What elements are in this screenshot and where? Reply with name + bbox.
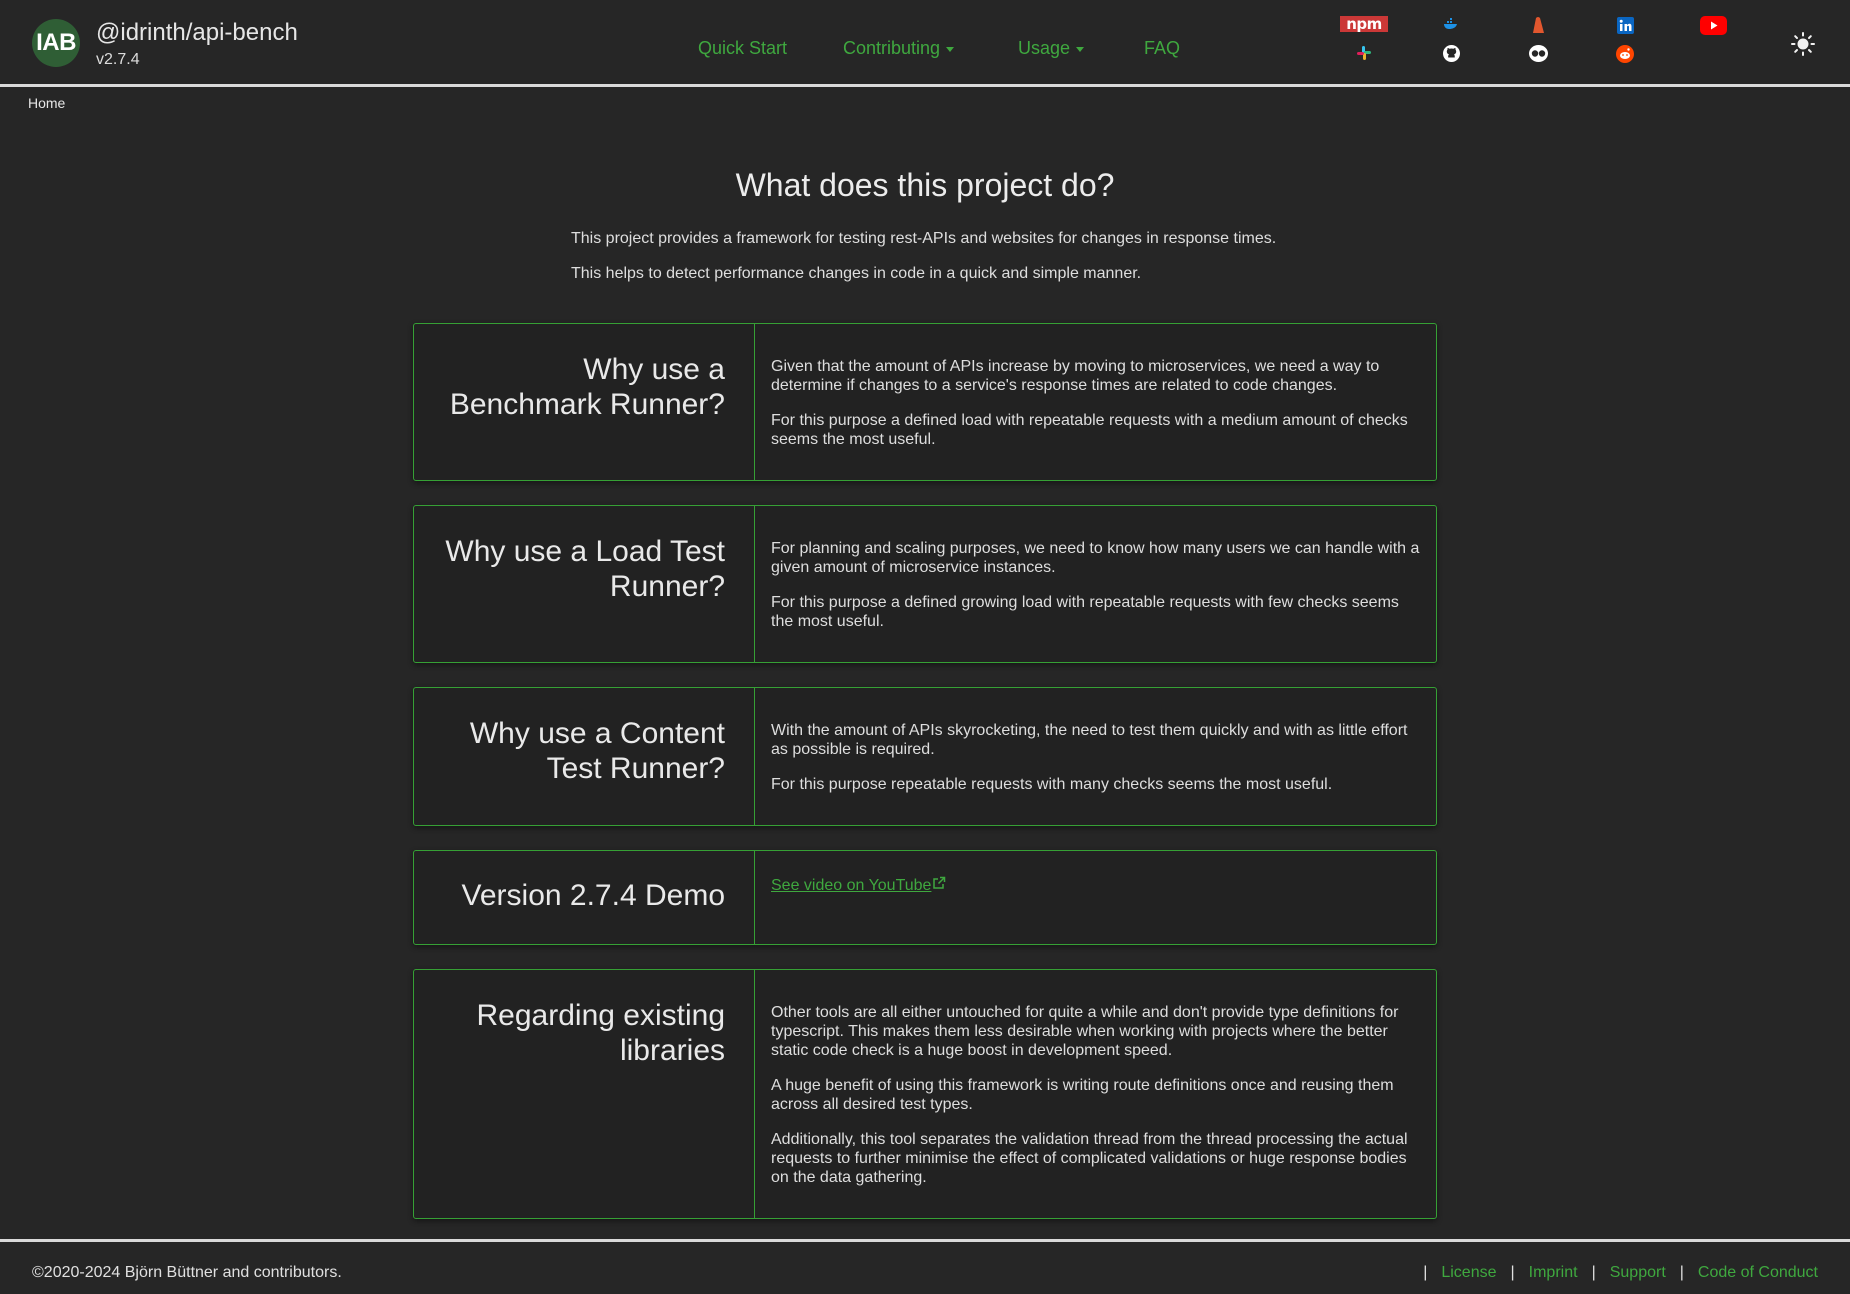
slack-icon[interactable] (1356, 45, 1372, 61)
theme-toggle-sun-icon[interactable] (1791, 32, 1815, 56)
card-body: Given that the amount of APIs increase b… (755, 324, 1436, 480)
site-logo[interactable]: IAB (32, 19, 80, 67)
intro-line-1: This project provides a framework for te… (571, 230, 1277, 247)
card-heading: Version 2.7.4 Demo (414, 851, 755, 944)
footer-link-imprint[interactable]: Imprint (1529, 1264, 1578, 1281)
card-paragraph: For this purpose repeatable requests wit… (771, 776, 1333, 793)
version-label: v2.7.4 (96, 51, 140, 68)
page-title: What does this project do? (735, 167, 1115, 203)
youtube-video-link-label: See video on YouTube (771, 877, 932, 894)
card-body: See video on YouTube (755, 851, 1436, 944)
youtube-video-link[interactable]: See video on YouTube (771, 876, 946, 895)
card-load-test-runner: Why use a Load Test Runner? For planning… (413, 505, 1437, 663)
card-heading: Regarding existing libraries (414, 970, 755, 1218)
footer-link-support[interactable]: Support (1610, 1264, 1666, 1281)
card-paragraph: A huge benefit of using this framework i… (771, 1077, 1394, 1113)
card-paragraph: For this purpose a defined load with rep… (771, 412, 1408, 448)
card-heading: Why use a Load Test Runner? (414, 506, 755, 662)
reddit-icon[interactable] (1616, 45, 1634, 63)
card-heading: Why use a Benchmark Runner? (414, 324, 755, 480)
card-content-test-runner: Why use a Content Test Runner? With the … (413, 687, 1437, 826)
youtube-icon[interactable] (1700, 16, 1727, 35)
card-body: Other tools are all either untouched for… (755, 970, 1436, 1218)
npm-icon[interactable]: npm (1340, 16, 1388, 32)
card-body: With the amount of APIs skyrocketing, th… (755, 688, 1436, 825)
card-version-demo: Version 2.7.4 Demo See video on YouTube (413, 850, 1437, 945)
card-paragraph: For this purpose a defined growing load … (771, 594, 1399, 630)
card-paragraph: Other tools are all either untouched for… (771, 1004, 1399, 1059)
card-paragraph: Additionally, this tool separates the va… (771, 1131, 1408, 1186)
nav-quick-start[interactable]: Quick Start (698, 38, 787, 59)
nav-quick-start-label: Quick Start (698, 38, 788, 58)
footer-link-code-of-conduct[interactable]: Code of Conduct (1698, 1264, 1818, 1281)
npm-icon-label: npm (1346, 15, 1382, 33)
nav-usage[interactable]: Usage (1018, 38, 1085, 59)
copyright-text: ©2020-2024 Björn Büttner and contributor… (32, 1264, 342, 1281)
footer-link-license[interactable]: License (1441, 1264, 1496, 1281)
chevron-down-icon (946, 46, 955, 52)
card-body: For planning and scaling purposes, we ne… (755, 506, 1436, 662)
card-existing-libraries: Regarding existing libraries Other tools… (413, 969, 1437, 1219)
card-paragraph: With the amount of APIs skyrocketing, th… (771, 722, 1408, 758)
brand-name[interactable]: @idrinth/api-bench (96, 19, 298, 47)
site-footer: ©2020-2024 Björn Büttner and contributor… (0, 1239, 1850, 1294)
footer-separator: | (1510, 1264, 1515, 1281)
disqus-icon[interactable] (1529, 45, 1548, 62)
linkedin-icon[interactable] (1616, 16, 1634, 34)
nav-faq[interactable]: FAQ (1144, 38, 1180, 59)
footer-separator: | (1679, 1264, 1684, 1281)
nav-contributing-label: Contributing (843, 38, 941, 58)
footer-separator: | (1591, 1264, 1596, 1281)
breadcrumb-home[interactable]: Home (28, 95, 65, 111)
nav-usage-label: Usage (1018, 38, 1071, 58)
card-paragraph: For planning and scaling purposes, we ne… (771, 540, 1420, 576)
card-paragraph: Given that the amount of APIs increase b… (771, 358, 1380, 394)
card-benchmark-runner: Why use a Benchmark Runner? Given that t… (413, 323, 1437, 481)
site-header: IAB @idrinth/api-bench v2.7.4 Quick Star… (0, 0, 1850, 87)
nav-faq-label: FAQ (1144, 38, 1181, 58)
nav-contributing[interactable]: Contributing (843, 38, 955, 59)
chevron-down-icon (1076, 46, 1085, 52)
footer-links: | License | Imprint | Support | Code of Conduct (1409, 1264, 1818, 1282)
external-link-icon (932, 876, 946, 895)
intro-line-2: This helps to detect performance changes… (571, 265, 1142, 282)
card-heading: Why use a Content Test Runner? (414, 688, 755, 825)
github-icon[interactable] (1443, 45, 1460, 62)
footer-separator: | (1423, 1264, 1428, 1281)
docker-icon[interactable] (1443, 17, 1459, 31)
gitlab-icon[interactable] (1530, 16, 1546, 34)
